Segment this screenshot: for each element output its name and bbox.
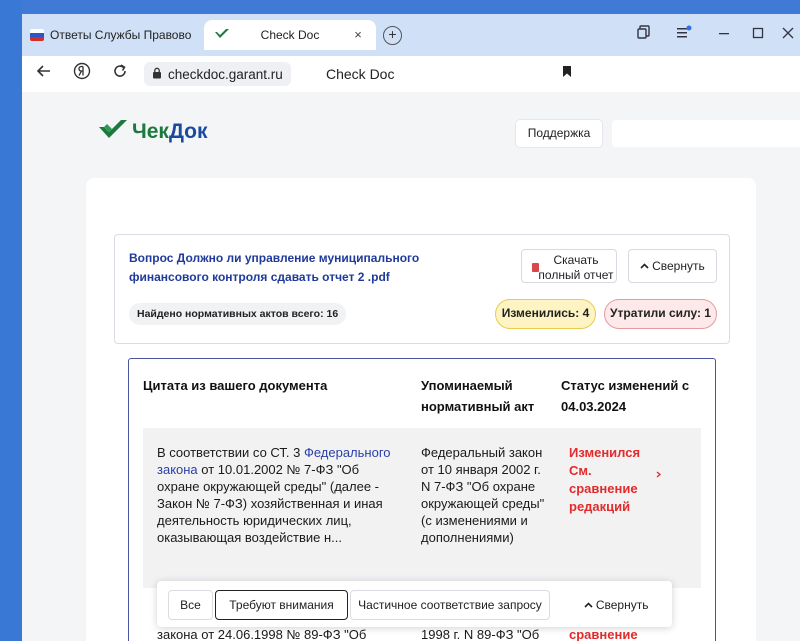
collections-icon[interactable] [634,24,654,44]
menu-icon[interactable] [674,24,694,44]
url-field[interactable]: checkdoc.garant.ru [144,62,291,86]
document-summary: Вопрос Должно ли управление муниципально… [114,234,730,344]
lost-force-count-badge[interactable]: Утратили силу: 1 [604,299,717,329]
yandex-icon[interactable] [70,62,94,86]
collapse-filters-button[interactable]: Свернуть [577,590,655,620]
close-window-icon[interactable] [778,24,798,44]
maximize-icon[interactable] [748,24,768,44]
logo-text-dok: Док [168,120,208,143]
chevron-up-icon [583,597,596,611]
lock-icon [152,67,162,82]
reload-icon[interactable] [108,62,132,86]
checkdoc-logo[interactable]: Чек Док [98,118,208,146]
document-title-link[interactable]: Вопрос Должно ли управление муниципально… [129,249,499,287]
browser-window: Ответы Службы Правово Check Doc × + chec… [22,14,800,641]
status-link[interactable]: Изменился См. сравнение редакций [569,444,649,516]
bookmark-icon[interactable] [562,65,572,81]
found-acts-badge: Найдено нормативных актов всего: 16 [129,303,347,325]
table-row: В соответствии со СТ. 3 Федерального зак… [143,428,701,588]
results-card: Вопрос Должно ли управление муниципально… [86,178,756,641]
url-text: checkdoc.garant.ru [168,66,283,82]
filter-bar: Все Требуют внимания Частичное соответст… [157,581,672,627]
logo-text-chek: Чек [132,120,169,143]
checkdoc-logo-icon [98,118,128,146]
column-header-act: Упоминаемый нормативный акт [421,378,535,414]
tab-title: Ответы Службы Правово [50,28,192,42]
filter-partial-button[interactable]: Частичное соответствие запросу [350,590,550,620]
tab-legal-answers[interactable]: Ответы Службы Правово [30,20,200,50]
status-link[interactable]: сравнение [569,626,649,641]
tab-check-doc[interactable]: Check Doc × [204,20,376,50]
download-report-button[interactable]: Скачать полный отчет [521,249,617,283]
filter-attention-button[interactable]: Требуют внимания [215,590,348,620]
tab-title: Check Doc [260,28,320,42]
new-tab-button[interactable]: + [383,26,402,45]
close-tab-icon[interactable]: × [350,27,366,43]
column-header-quote: Цитата из вашего документа [143,378,328,393]
act-cell: 1998 г. N 89-ФЗ "Об [421,627,540,641]
collapse-summary-button[interactable]: Свернуть [628,249,717,283]
page-content: Чек Док Поддержка Вопрос Должно ли управл… [22,92,800,641]
pdf-icon [532,263,539,272]
quote-cell: В соответствии со СТ. 3 Федерального зак… [157,444,402,546]
page-title: Check Doc [326,66,395,82]
collapse-filters-label: Свернуть [595,598,649,612]
collapse-summary-label: Свернуть [652,259,705,273]
chevron-up-icon [640,261,652,272]
flag-icon [30,29,44,41]
address-bar: checkdoc.garant.ru Check Doc [22,56,800,92]
quote-prefix: В соответствии со СТ. 3 [157,445,301,460]
act-cell: Федеральный закон от 10 января 2002 г. N… [421,445,545,545]
tab-bar: Ответы Службы Правово Check Doc × + [22,14,800,56]
column-header-status: Статус изменений с 04.03.2024 [561,378,690,414]
support-button[interactable]: Поддержка [516,120,602,147]
minimize-icon[interactable] [714,24,734,44]
arrow-right-icon[interactable] [655,470,662,480]
filter-all-button[interactable]: Все [168,590,213,620]
checkdoc-favicon-icon [214,28,230,43]
header-bar-extension [612,120,800,147]
back-arrow-icon[interactable] [32,62,56,86]
desktop-background [0,0,22,641]
changed-count-badge[interactable]: Изменились: 4 [495,299,596,329]
quote-cell: закона от 24.06.1998 № 89-ФЗ "Об [157,627,367,641]
